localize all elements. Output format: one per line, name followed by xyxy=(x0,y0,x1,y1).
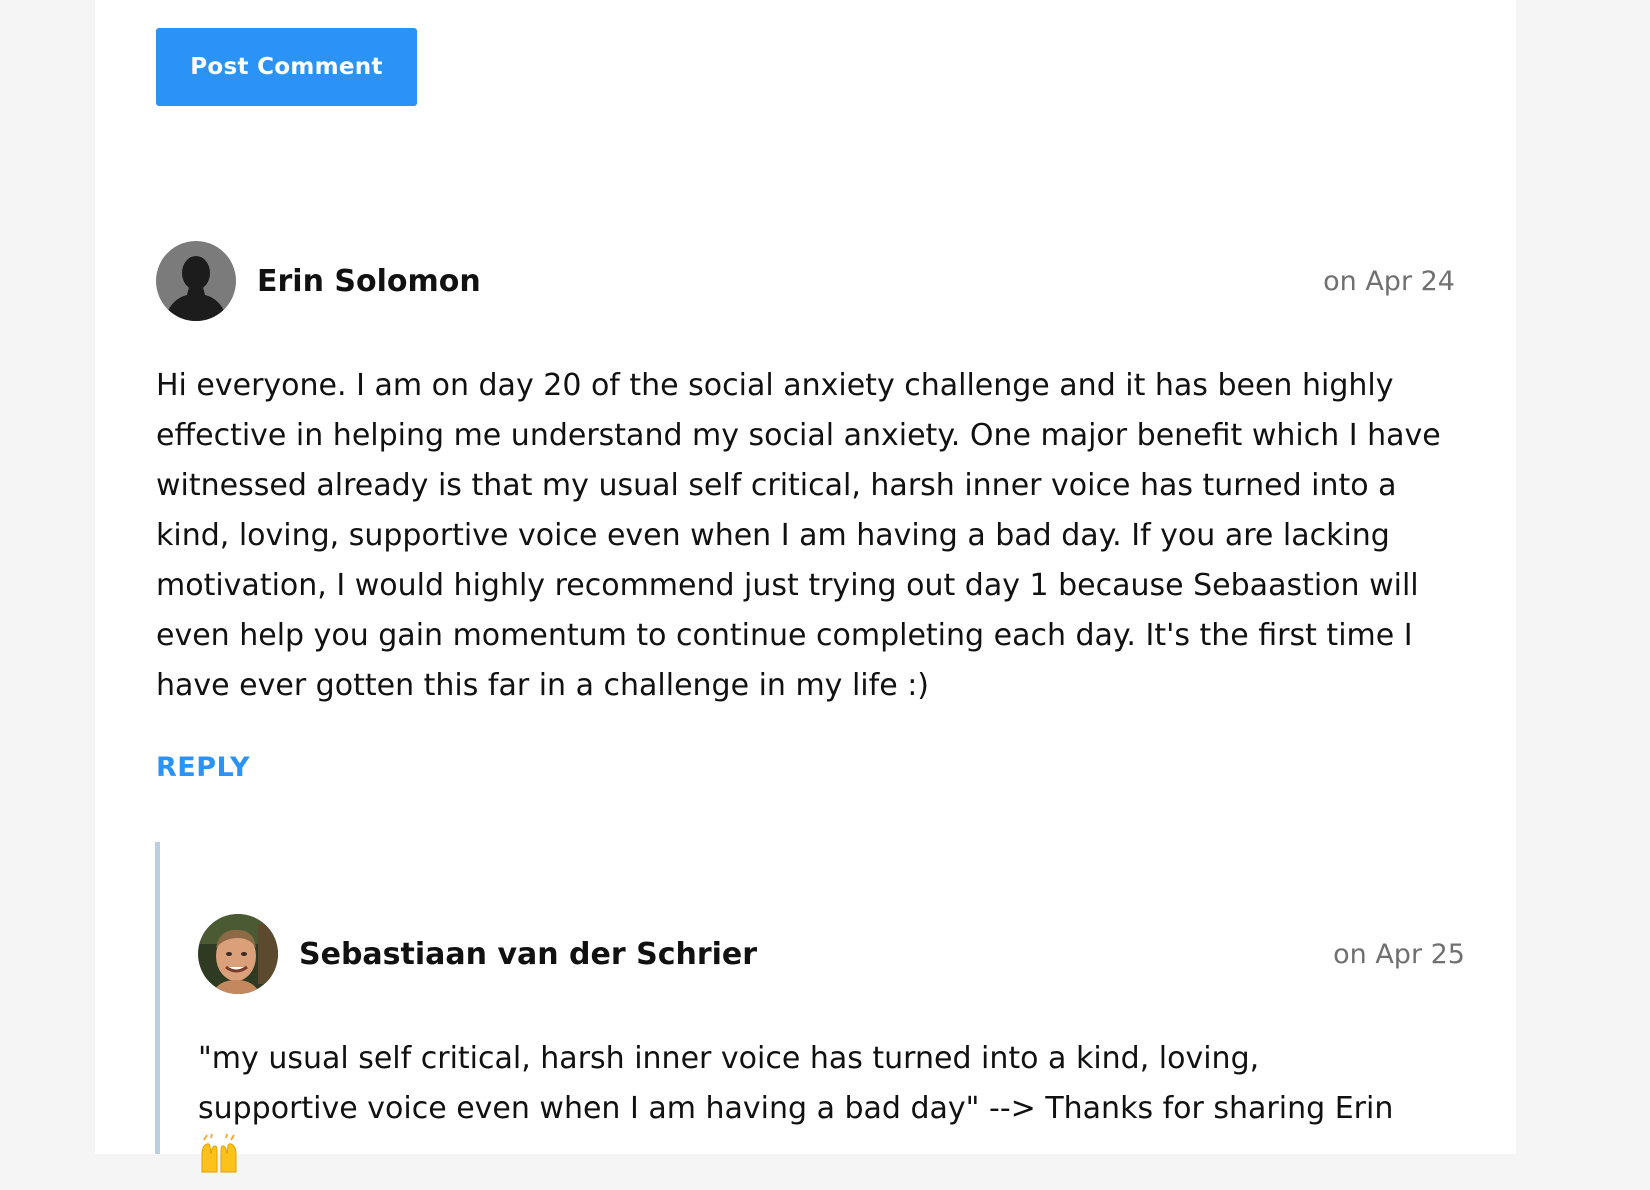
comment-date: on Apr 24 xyxy=(1323,266,1455,297)
post-comment-button[interactable]: Post Comment xyxy=(156,28,417,106)
user-silhouette-icon[interactable] xyxy=(156,241,236,321)
comment-author[interactable]: Erin Solomon xyxy=(257,264,481,299)
comment-header: Erin Solomon xyxy=(156,241,481,321)
reply-header: Sebastiaan van der Schrier xyxy=(198,914,757,994)
comments-card: Post Comment Erin Solomon on Apr 24 Hi e… xyxy=(95,0,1516,1173)
reply-author[interactable]: Sebastiaan van der Schrier xyxy=(299,937,757,972)
reply-button[interactable]: REPLY xyxy=(156,752,250,783)
reply-date: on Apr 25 xyxy=(1333,939,1465,970)
comment-body: Hi everyone. I am on day 20 of the socia… xyxy=(156,368,1441,703)
reply-body-text: "my usual self critical, harsh inner voi… xyxy=(198,1041,1394,1126)
raising-hands-emoji-icon xyxy=(198,1133,240,1174)
reply-thread: Sebastiaan van der Schrier on Apr 25 "my… xyxy=(155,842,1465,1173)
user-photo-icon[interactable] xyxy=(198,914,278,994)
reply-body: "my usual self critical, harsh inner voi… xyxy=(198,1034,1428,1184)
